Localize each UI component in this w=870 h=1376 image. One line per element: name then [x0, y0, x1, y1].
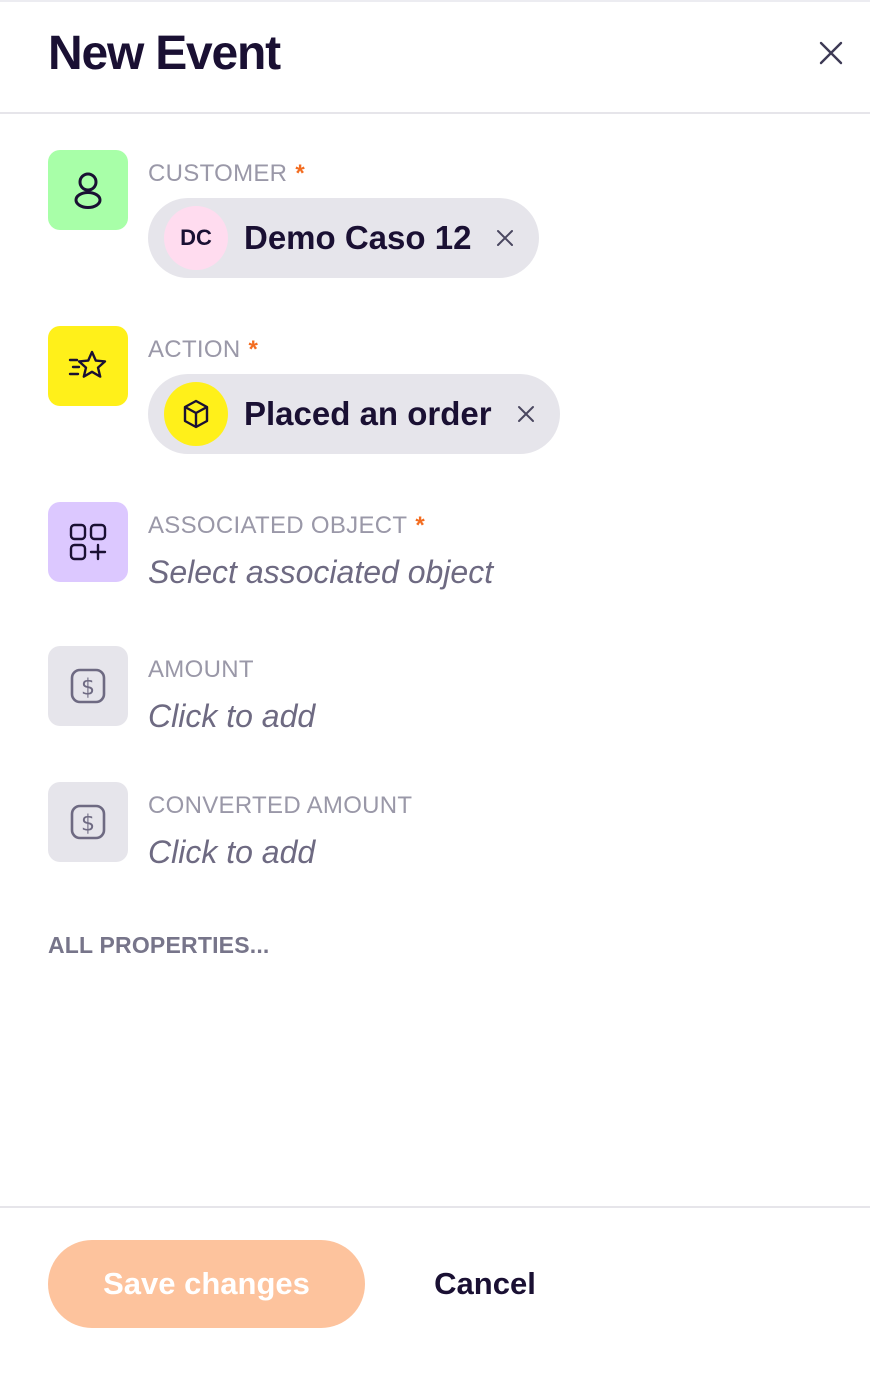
required-mark: *	[415, 512, 426, 539]
close-icon	[819, 41, 843, 65]
converted-amount-field-icon: $	[48, 782, 128, 862]
associated-object-label: ASSOCIATED OBJECT *	[148, 512, 426, 539]
svg-text:$: $	[81, 812, 95, 837]
svg-text:$: $	[81, 676, 95, 701]
page-title: New Event	[48, 27, 281, 80]
action-label: ACTION *	[148, 336, 259, 363]
apps-add-icon	[69, 523, 107, 561]
avatar-initials: DC	[180, 225, 212, 250]
action-field-icon	[48, 326, 128, 406]
user-icon	[74, 172, 102, 209]
star-speed-icon	[68, 350, 107, 378]
action-name: Placed an order	[244, 395, 492, 432]
associated-object-field: ASSOCIATED OBJECT * Select associated obj…	[48, 502, 828, 602]
box-icon	[183, 399, 209, 429]
customer-name: Demo Caso 12	[244, 219, 472, 256]
converted-amount-label: CONVERTED AMOUNT	[148, 792, 413, 819]
new-event-dialog: New Event CUSTOMER * DC Demo Caso 12 ACT…	[0, 0, 870, 1376]
required-mark: *	[248, 336, 259, 363]
converted-amount-input[interactable]: Click to add	[148, 834, 315, 871]
all-properties-link[interactable]: ALL PROPERTIES...	[48, 932, 270, 959]
amount-field: $ AMOUNT Click to add	[48, 646, 828, 746]
required-mark: *	[295, 160, 305, 187]
customer-field-icon	[48, 150, 128, 230]
associated-object-select[interactable]: Select associated object	[148, 554, 493, 591]
close-icon	[517, 406, 534, 422]
dialog-header: New Event	[0, 0, 870, 114]
cancel-button[interactable]: Cancel	[400, 1240, 570, 1328]
customer-label: CUSTOMER *	[148, 160, 305, 187]
close-button[interactable]	[812, 34, 850, 72]
footer-divider	[0, 1206, 870, 1208]
customer-field: CUSTOMER * DC Demo Caso 12	[48, 150, 828, 280]
converted-amount-field: $ CONVERTED AMOUNT Click to add	[48, 782, 828, 882]
amount-field-icon: $	[48, 646, 128, 726]
amount-label: AMOUNT	[148, 656, 254, 683]
dollar-icon: $	[70, 804, 106, 840]
avatar: DC	[164, 206, 228, 270]
associated-object-field-icon	[48, 502, 128, 582]
customer-chip[interactable]: DC Demo Caso 12	[148, 198, 540, 278]
action-field: ACTION * Placed an order	[48, 326, 828, 456]
action-chip[interactable]: Placed an order	[148, 374, 560, 454]
dollar-icon: $	[70, 668, 106, 704]
action-chip-avatar	[164, 382, 228, 446]
amount-input[interactable]: Click to add	[148, 698, 315, 735]
save-button[interactable]: Save changes	[48, 1240, 365, 1328]
remove-customer-button[interactable]	[493, 226, 517, 250]
remove-action-button[interactable]	[514, 402, 538, 426]
close-icon	[497, 230, 514, 246]
